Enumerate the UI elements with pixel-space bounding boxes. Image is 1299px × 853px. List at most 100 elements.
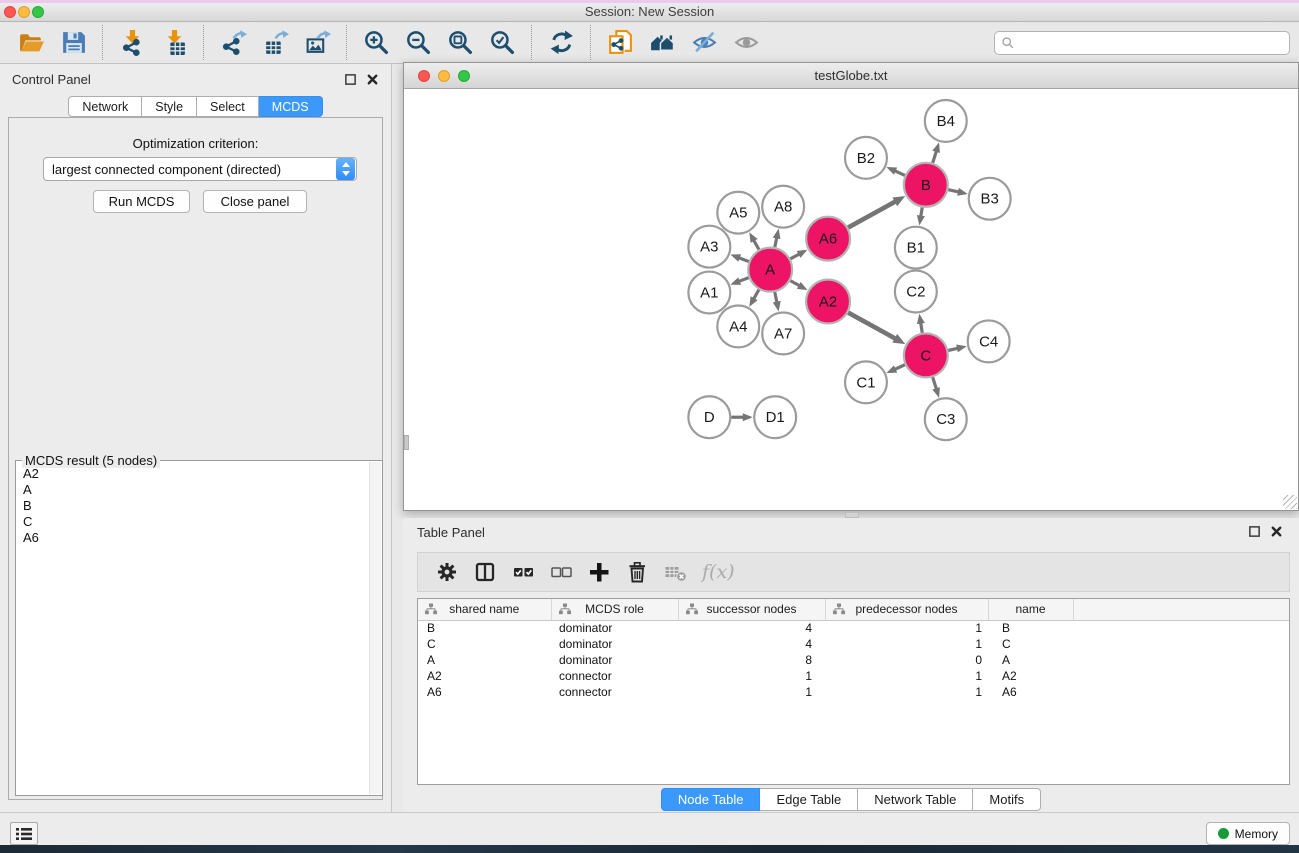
edge-A2-C[interactable] — [848, 313, 905, 345]
import-table-icon[interactable] — [158, 27, 190, 59]
edge-A-A5[interactable] — [749, 232, 759, 249]
edge-A-A7[interactable] — [773, 292, 781, 311]
network-graph[interactable]: B4B2BB3A8A5A6A3B1AA1C2A2A4A7C4CC1C3DD1 — [404, 90, 1298, 510]
node-A7[interactable]: A7 — [762, 312, 804, 354]
close-window-button[interactable] — [4, 6, 16, 18]
table-row[interactable]: A6connector11A6 — [418, 684, 1289, 700]
edge-A-A1[interactable] — [730, 277, 748, 284]
edge-A-A4[interactable] — [749, 290, 759, 307]
column-header-predecessor-nodes[interactable]: predecessor nodes — [825, 599, 988, 620]
zoom-in-icon[interactable] — [360, 27, 392, 59]
mcds-result-item[interactable]: A2 — [23, 466, 363, 482]
edge-C-C4[interactable] — [948, 344, 966, 352]
tab-network-table[interactable]: Network Table — [858, 788, 973, 811]
export-network-icon[interactable] — [217, 27, 249, 59]
column-header-successor-nodes[interactable]: successor nodes — [678, 599, 825, 620]
node-A[interactable]: A — [748, 248, 792, 292]
table-row[interactable]: Bdominator41B — [418, 620, 1289, 636]
edge-D-D1[interactable] — [731, 413, 752, 421]
node-B2[interactable]: B2 — [845, 137, 887, 179]
resize-grip-icon[interactable] — [1283, 495, 1297, 509]
edge-A-A6[interactable] — [790, 250, 807, 259]
edge-A-A8[interactable] — [773, 229, 781, 247]
edge-B-B4[interactable] — [932, 142, 940, 162]
float-panel-icon[interactable] — [344, 73, 357, 91]
column-header-shared-name[interactable]: shared name — [418, 599, 551, 620]
network-overview-icon[interactable] — [646, 27, 678, 59]
table-row[interactable]: Adominator80A — [418, 652, 1289, 668]
zoom-selected-icon[interactable] — [486, 27, 518, 59]
edge-B-B2[interactable] — [886, 167, 904, 175]
network-minimize-button[interactable] — [438, 70, 450, 82]
edge-C-C3[interactable] — [932, 377, 940, 397]
edge-A6-B[interactable] — [848, 196, 905, 228]
node-D[interactable]: D — [688, 396, 730, 438]
node-C2[interactable]: C2 — [895, 271, 937, 313]
run-mcds-button[interactable]: Run MCDS — [93, 190, 190, 213]
network-close-button[interactable] — [418, 70, 430, 82]
split-table-view-icon[interactable] — [470, 557, 500, 587]
zoom-out-icon[interactable] — [402, 27, 434, 59]
import-network-icon[interactable] — [116, 27, 148, 59]
select-all-rows-icon[interactable] — [508, 557, 538, 587]
refresh-icon[interactable] — [545, 27, 577, 59]
hide-graphics-details-icon[interactable] — [688, 27, 720, 59]
column-header-mcds-role[interactable]: MCDS role — [551, 599, 678, 620]
search-box[interactable] — [994, 31, 1290, 55]
column-header-name[interactable]: name — [988, 599, 1073, 620]
maximize-window-button[interactable] — [32, 6, 44, 18]
edge-B-B3[interactable] — [948, 188, 967, 196]
tab-mcds[interactable]: MCDS — [259, 96, 323, 117]
show-graphics-details-icon[interactable] — [730, 27, 762, 59]
edge-C-C1[interactable] — [886, 365, 904, 373]
add-column-icon[interactable] — [584, 557, 614, 587]
open-file-icon[interactable] — [15, 27, 47, 59]
node-A3[interactable]: A3 — [688, 226, 730, 268]
node-A8[interactable]: A8 — [762, 186, 804, 228]
task-history-button[interactable] — [10, 822, 38, 845]
edge-C-C2[interactable] — [917, 314, 925, 333]
tab-node-table[interactable]: Node Table — [661, 788, 761, 811]
tab-style[interactable]: Style — [142, 96, 197, 117]
table-row[interactable]: A2connector11A2 — [418, 668, 1289, 684]
mcds-result-item[interactable]: A6 — [23, 530, 363, 546]
mcds-result-list[interactable]: A2ABCA6 — [17, 462, 369, 794]
node-B4[interactable]: B4 — [925, 100, 967, 142]
minimize-window-button[interactable] — [18, 6, 30, 18]
node-A2[interactable]: A2 — [806, 280, 850, 324]
node-C[interactable]: C — [904, 333, 948, 377]
zoom-fit-icon[interactable] — [444, 27, 476, 59]
node-A6[interactable]: A6 — [806, 217, 850, 261]
node-B1[interactable]: B1 — [895, 227, 937, 269]
network-maximize-button[interactable] — [458, 70, 470, 82]
node-A1[interactable]: A1 — [688, 272, 730, 314]
network-window-titlebar[interactable]: testGlobe.txt — [404, 63, 1298, 89]
node-B3[interactable]: B3 — [969, 178, 1011, 220]
tab-motifs[interactable]: Motifs — [973, 788, 1041, 811]
edge-A-A3[interactable] — [730, 254, 748, 261]
delete-column-icon[interactable] — [622, 557, 652, 587]
node-C4[interactable]: C4 — [968, 320, 1010, 362]
deselect-all-rows-icon[interactable] — [546, 557, 576, 587]
table-row[interactable]: Cdominator41C — [418, 636, 1289, 652]
export-image-icon[interactable] — [301, 27, 333, 59]
table-settings-icon[interactable] — [432, 557, 462, 587]
mcds-result-item[interactable]: C — [23, 514, 363, 530]
search-input[interactable] — [1015, 36, 1289, 50]
close-panel-icon[interactable] — [366, 73, 379, 91]
float-table-panel-icon[interactable] — [1248, 525, 1261, 543]
node-A4[interactable]: A4 — [717, 305, 759, 347]
mcds-result-item[interactable]: A — [23, 482, 363, 498]
mcds-result-item[interactable]: B — [23, 498, 363, 514]
edge-B-B1[interactable] — [917, 207, 925, 225]
save-session-icon[interactable] — [57, 27, 89, 59]
memory-button[interactable]: Memory — [1206, 822, 1290, 845]
network-canvas[interactable]: B4B2BB3A8A5A6A3B1AA1C2A2A4A7C4CC1C3DD1 — [404, 90, 1298, 510]
criterion-select[interactable]: largest connected component (directed) — [43, 157, 357, 181]
node-A5[interactable]: A5 — [717, 192, 759, 234]
tab-network[interactable]: Network — [68, 96, 142, 117]
side-splitter-handle[interactable] — [404, 435, 409, 450]
new-network-from-selection-icon[interactable] — [604, 27, 636, 59]
node-B[interactable]: B — [904, 163, 948, 207]
result-scrollbar[interactable] — [369, 462, 381, 794]
